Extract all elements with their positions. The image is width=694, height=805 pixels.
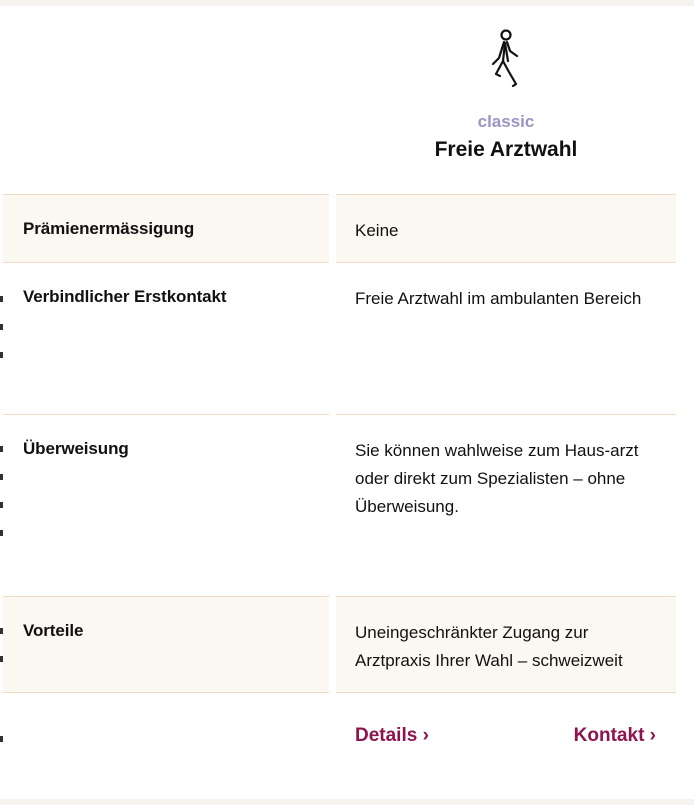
- plan-header: classic Freie Arztwahl: [336, 28, 676, 162]
- row-value: Freie Arztwahl im ambulanten Bereich: [336, 262, 676, 414]
- row-referral: Überweisung Sie können wahlweise zum Hau…: [0, 414, 694, 596]
- row-label: Prämienermässigung: [3, 194, 329, 262]
- row-value: Keine: [336, 194, 676, 262]
- row-value: Uneingeschränkter Zugang zur Arztpraxis …: [336, 596, 676, 692]
- edge-mark: [0, 656, 3, 662]
- row-value: Sie können wahlweise zum Haus-arzt oder …: [336, 414, 676, 596]
- bottom-strip: [0, 799, 694, 805]
- links-row: Details › Kontakt ›: [336, 692, 676, 773]
- contact-link[interactable]: Kontakt ›: [574, 725, 656, 747]
- row-premium-discount: Prämienermässigung Keine: [0, 194, 694, 262]
- plan-name: Freie Arztwahl: [434, 138, 578, 161]
- edge-mark: [0, 530, 3, 536]
- plan-tier: classic: [477, 112, 535, 131]
- top-strip: [0, 0, 694, 6]
- row-benefits: Vorteile Uneingeschränkter Zugang zur Ar…: [0, 596, 694, 692]
- edge-mark: [0, 446, 3, 452]
- edge-mark: [0, 502, 3, 508]
- row-label: Verbindlicher Erstkontakt: [3, 262, 329, 414]
- row-label: Vorteile: [3, 596, 329, 692]
- edge-mark: [0, 324, 3, 330]
- row-first-contact: Verbindlicher Erstkontakt Freie Arztwahl…: [0, 262, 694, 414]
- edge-mark: [0, 474, 3, 480]
- edge-mark: [0, 736, 3, 742]
- edge-mark: [0, 628, 3, 634]
- edge-mark: [0, 296, 3, 302]
- row-label: Überweisung: [3, 414, 329, 596]
- links-row-divider: [3, 692, 329, 693]
- walking-person-icon: [491, 29, 519, 88]
- details-link[interactable]: Details ›: [355, 725, 429, 747]
- edge-mark: [0, 352, 3, 358]
